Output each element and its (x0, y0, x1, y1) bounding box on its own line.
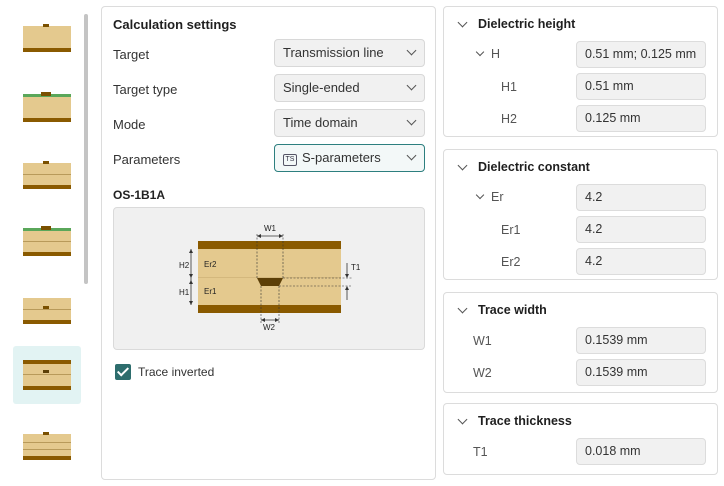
er2-label: Er2 (204, 260, 217, 269)
dielectric-er2 (198, 249, 341, 278)
parameters-value: S-parameters (302, 150, 381, 165)
structure-thumbnail-list (0, 0, 96, 486)
trace-thickness-card: Trace thickness T1 0.018 mm (443, 403, 718, 475)
expand-chevron-icon[interactable] (475, 47, 485, 57)
w1-value[interactable]: 0.1539 mm (576, 327, 706, 354)
collapse-chevron-icon[interactable] (457, 17, 468, 28)
er1-label: Er1 (204, 287, 217, 296)
structure-thumbnail-3[interactable] (13, 145, 81, 203)
ts-file-icon: TS (283, 154, 297, 166)
collapse-chevron-icon[interactable] (457, 160, 468, 171)
er1-value[interactable]: 4.2 (576, 216, 706, 243)
chevron-down-icon (406, 115, 417, 126)
card-title: Dielectric height (478, 17, 576, 31)
t1-label: T1 (473, 445, 488, 459)
er2-label: Er2 (501, 255, 521, 269)
stackup-icon (23, 24, 71, 52)
parameters-select[interactable]: TS S-parameters (274, 144, 425, 172)
structure-name: OS-1B1A (113, 188, 166, 202)
h1-value[interactable]: 0.51 mm (576, 73, 706, 100)
h-group-label: H (491, 47, 501, 61)
structure-thumbnail-4[interactable] (13, 212, 81, 270)
target-type-select[interactable]: Single-ended (274, 74, 425, 102)
app-root: Calculation settings Target Transmission… (0, 0, 724, 486)
expand-chevron-icon[interactable] (475, 190, 485, 200)
trace-inverted-label: Trace inverted (138, 365, 215, 379)
structure-thumbnail-2[interactable] (13, 78, 81, 136)
trace-inverted-checkbox[interactable] (115, 364, 131, 380)
structure-thumbnail-7[interactable] (13, 416, 81, 474)
panel-title: Calculation settings (113, 17, 237, 32)
bottom-plane (198, 305, 341, 313)
thumbnail-scrollbar[interactable] (84, 14, 88, 284)
w1-label: W1 (264, 224, 277, 233)
stackup-icon (23, 92, 71, 122)
stackup-icon (23, 298, 71, 324)
w2-label: W2 (473, 366, 492, 380)
er-group-label: Er (491, 190, 504, 204)
stackup-diagram: W1 W2 H2 H1 Er2 Er1 T1 (113, 207, 425, 350)
chevron-down-icon (406, 150, 417, 161)
h1-label: H1 (501, 80, 517, 94)
trace (257, 278, 283, 286)
stackup-icon (23, 432, 71, 460)
structure-thumbnail-6[interactable] (13, 346, 81, 404)
calculation-settings-panel: Calculation settings Target Transmission… (101, 6, 436, 480)
target-select[interactable]: Transmission line (274, 39, 425, 67)
card-title: Trace thickness (478, 414, 572, 428)
h-group-value[interactable]: 0.51 mm; 0.125 mm (576, 41, 706, 68)
stackup-icon (23, 360, 71, 390)
card-title: Trace width (478, 303, 547, 317)
t1-label: T1 (351, 263, 361, 272)
trace-width-card: Trace width W1 0.1539 mm W2 0.1539 mm (443, 292, 718, 393)
h2-label: H2 (179, 261, 190, 270)
h1-label: H1 (179, 288, 190, 297)
target-label: Target (113, 47, 150, 62)
w2-label: W2 (263, 323, 276, 332)
dielectric-height-card: Dielectric height H 0.51 mm; 0.125 mm H1… (443, 6, 718, 137)
chevron-down-icon (406, 80, 417, 91)
target-value: Transmission line (283, 45, 384, 60)
structure-thumbnail-5[interactable] (13, 280, 81, 338)
dielectric-constant-card: Dielectric constant Er 4.2 Er1 4.2 Er2 4… (443, 149, 718, 280)
er2-value[interactable]: 4.2 (576, 248, 706, 275)
parameters-label: Parameters (113, 152, 181, 167)
collapse-chevron-icon[interactable] (457, 303, 468, 314)
top-plane (198, 241, 341, 249)
w1-label: W1 (473, 334, 492, 348)
mode-label: Mode (113, 117, 146, 132)
t1-value[interactable]: 0.018 mm (576, 438, 706, 465)
structure-thumbnail-1[interactable] (13, 8, 81, 66)
collapse-chevron-icon[interactable] (457, 414, 468, 425)
h2-label: H2 (501, 112, 517, 126)
chevron-down-icon (406, 45, 417, 56)
card-title: Dielectric constant (478, 160, 590, 174)
h2-value[interactable]: 0.125 mm (576, 105, 706, 132)
mode-value: Time domain (283, 115, 358, 130)
target-type-value: Single-ended (283, 80, 360, 95)
w2-value[interactable]: 0.1539 mm (576, 359, 706, 386)
stackup-icon (23, 161, 71, 189)
stackup-diagram-drawing: W1 W2 H2 H1 Er2 Er1 T1 (179, 224, 361, 332)
mode-select[interactable]: Time domain (274, 109, 425, 137)
stackup-icon (23, 226, 71, 256)
er1-label: Er1 (501, 223, 521, 237)
er-group-value[interactable]: 4.2 (576, 184, 706, 211)
target-type-label: Target type (113, 82, 178, 97)
